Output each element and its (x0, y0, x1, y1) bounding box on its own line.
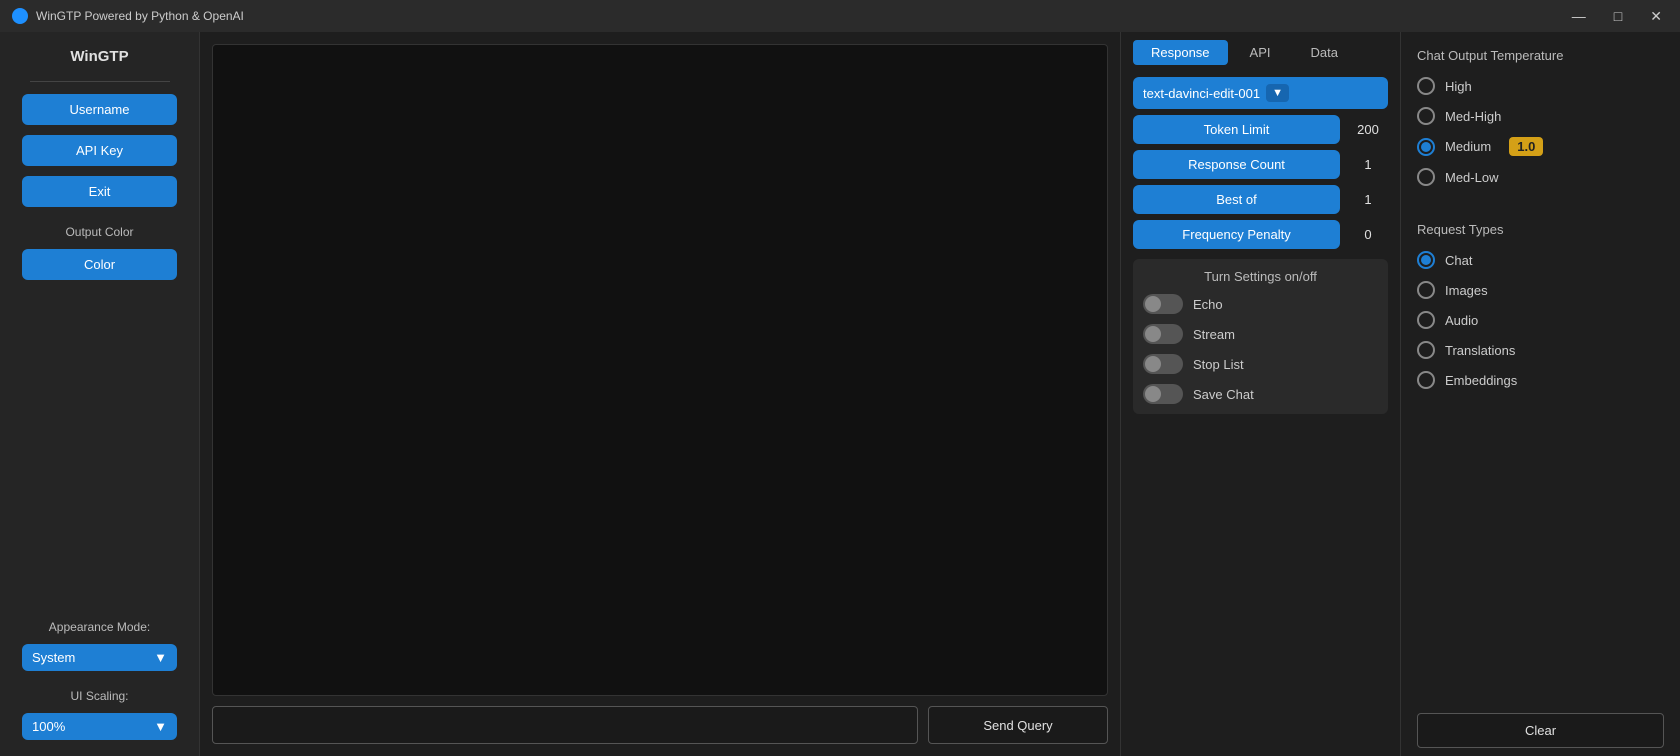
right-panel: Response API Data text-davinci-edit-001 … (1120, 32, 1680, 756)
query-input[interactable] (212, 706, 918, 744)
request-types-title: Request Types (1417, 222, 1664, 237)
frequency-penalty-value: 0 (1348, 227, 1388, 242)
med-high-radio[interactable] (1417, 107, 1435, 125)
translations-label: Translations (1445, 343, 1515, 358)
color-button[interactable]: Color (22, 249, 177, 280)
titlebar-left: WinGTP Powered by Python & OpenAI (12, 8, 244, 24)
model-dropdown[interactable]: text-davinci-edit-001 ▼ (1133, 77, 1388, 109)
main-layout: WinGTP Username API Key Exit Output Colo… (0, 32, 1680, 756)
send-query-button[interactable]: Send Query (928, 706, 1108, 744)
echo-toggle[interactable] (1143, 294, 1183, 314)
med-high-label: Med-High (1445, 109, 1501, 124)
best-of-value: 1 (1348, 192, 1388, 207)
high-radio-row: High (1417, 77, 1664, 95)
best-of-button[interactable]: Best of (1133, 185, 1340, 214)
high-radio[interactable] (1417, 77, 1435, 95)
app-title: WinGTP Powered by Python & OpenAI (36, 9, 244, 23)
window-controls[interactable]: — □ ✕ (1566, 6, 1668, 27)
frequency-penalty-button[interactable]: Frequency Penalty (1133, 220, 1340, 249)
sidebar-divider (30, 81, 170, 82)
save-chat-toggle[interactable] (1143, 384, 1183, 404)
response-count-row: Response Count 1 (1133, 150, 1388, 179)
high-label: High (1445, 79, 1472, 94)
appearance-mode-dropdown[interactable]: System ▼ (22, 644, 177, 671)
sidebar-title: WinGTP (70, 48, 128, 65)
best-of-row: Best of 1 (1133, 185, 1388, 214)
model-row: text-davinci-edit-001 ▼ (1133, 77, 1388, 109)
save-chat-toggle-row: Save Chat (1143, 384, 1378, 404)
token-limit-row: Token Limit 200 (1133, 115, 1388, 144)
ui-scaling-value: 100% (32, 719, 65, 734)
chat-input-row: Send Query (212, 706, 1108, 744)
stop-list-toggle[interactable] (1143, 354, 1183, 374)
save-chat-label: Save Chat (1193, 387, 1254, 402)
audio-label: Audio (1445, 313, 1478, 328)
model-dropdown-arrow: ▼ (1266, 84, 1289, 102)
maximize-button[interactable]: □ (1608, 6, 1628, 27)
output-color-label: Output Color (65, 225, 133, 239)
scaling-dropdown-arrow: ▼ (154, 719, 167, 734)
model-value: text-davinci-edit-001 (1143, 86, 1260, 101)
username-button[interactable]: Username (22, 94, 177, 125)
med-low-radio[interactable] (1417, 168, 1435, 186)
temperature-title: Chat Output Temperature (1417, 48, 1664, 63)
token-limit-value: 200 (1348, 122, 1388, 137)
medium-label: Medium (1445, 139, 1491, 154)
stream-toggle-row: Stream (1143, 324, 1378, 344)
stop-list-toggle-row: Stop List (1143, 354, 1378, 374)
minimize-button[interactable]: — (1566, 6, 1592, 27)
medium-value-badge: 1.0 (1509, 137, 1543, 156)
toggle-section: Turn Settings on/off Echo Stream Stop Li… (1133, 259, 1388, 414)
tabs-row: Response API Data (1133, 40, 1388, 65)
med-low-radio-row: Med-Low (1417, 168, 1664, 186)
tab-response[interactable]: Response (1133, 40, 1228, 65)
stream-toggle[interactable] (1143, 324, 1183, 344)
frequency-penalty-row: Frequency Penalty 0 (1133, 220, 1388, 249)
audio-radio-row: Audio (1417, 311, 1664, 329)
appearance-mode-value: System (32, 650, 75, 665)
embeddings-radio[interactable] (1417, 371, 1435, 389)
sidebar: WinGTP Username API Key Exit Output Colo… (0, 32, 200, 756)
chat-radio-row: Chat (1417, 251, 1664, 269)
chat-radio[interactable] (1417, 251, 1435, 269)
med-high-radio-row: Med-High (1417, 107, 1664, 125)
chat-label: Chat (1445, 253, 1472, 268)
audio-radio[interactable] (1417, 311, 1435, 329)
echo-toggle-row: Echo (1143, 294, 1378, 314)
echo-label: Echo (1193, 297, 1223, 312)
embeddings-radio-row: Embeddings (1417, 371, 1664, 389)
images-radio-row: Images (1417, 281, 1664, 299)
images-radio[interactable] (1417, 281, 1435, 299)
exit-button[interactable]: Exit (22, 176, 177, 207)
stream-label: Stream (1193, 327, 1235, 342)
translations-radio-row: Translations (1417, 341, 1664, 359)
chat-area: Send Query (200, 32, 1120, 756)
api-key-button[interactable]: API Key (22, 135, 177, 166)
images-label: Images (1445, 283, 1488, 298)
response-count-value: 1 (1348, 157, 1388, 172)
medium-radio-row: Medium 1.0 (1417, 137, 1664, 156)
tab-data[interactable]: Data (1293, 40, 1356, 65)
response-count-button[interactable]: Response Count (1133, 150, 1340, 179)
close-button[interactable]: ✕ (1644, 6, 1668, 27)
med-low-label: Med-Low (1445, 170, 1498, 185)
translations-radio[interactable] (1417, 341, 1435, 359)
medium-radio[interactable] (1417, 138, 1435, 156)
embeddings-label: Embeddings (1445, 373, 1517, 388)
spacer (1417, 198, 1664, 214)
ui-scaling-label: UI Scaling: (70, 689, 128, 703)
toggle-section-title: Turn Settings on/off (1143, 269, 1378, 284)
appearance-dropdown-arrow: ▼ (154, 650, 167, 665)
settings-panel: Response API Data text-davinci-edit-001 … (1120, 32, 1400, 756)
right-sub-panel: Chat Output Temperature High Med-High Me… (1400, 32, 1680, 756)
titlebar: WinGTP Powered by Python & OpenAI — □ ✕ (0, 0, 1680, 32)
appearance-mode-label: Appearance Mode: (49, 620, 150, 634)
stop-list-label: Stop List (1193, 357, 1244, 372)
token-limit-button[interactable]: Token Limit (1133, 115, 1340, 144)
ui-scaling-dropdown[interactable]: 100% ▼ (22, 713, 177, 740)
app-icon (12, 8, 28, 24)
tab-api[interactable]: API (1232, 40, 1289, 65)
clear-button[interactable]: Clear (1417, 713, 1664, 748)
chat-output (212, 44, 1108, 696)
